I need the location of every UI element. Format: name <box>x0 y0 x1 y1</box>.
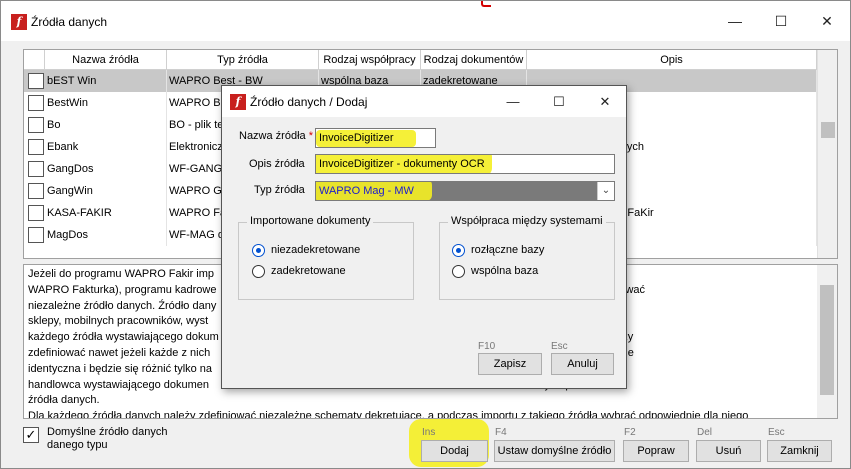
table-cell-name: BestWin <box>45 92 167 114</box>
hotkey-label: F2 <box>624 427 636 438</box>
type-select[interactable]: WAPRO Mag - MW ⌄ <box>315 181 615 201</box>
default-source-label: Domyślne źródło danych danego typu <box>47 426 168 451</box>
maximize-icon[interactable]: ☐ <box>536 86 582 117</box>
hotkey-label: F4 <box>495 427 507 438</box>
header-check-column <box>24 50 45 70</box>
radio-separate-databases[interactable] <box>452 244 465 257</box>
maximize-icon[interactable]: ☐ <box>758 1 804 41</box>
table-cell-name: GangDos <box>45 158 167 180</box>
delete-button[interactable]: Usuń <box>696 440 761 462</box>
window-title: Źródła danych <box>31 15 108 29</box>
name-field-value: InvoiceDigitizer <box>319 132 394 144</box>
row-checkbox[interactable] <box>28 183 44 199</box>
table-cell-name: GangWin <box>45 180 167 202</box>
radio-label: rozłączne bazy <box>471 244 545 256</box>
radio-label: niezadekretowane <box>271 244 361 256</box>
row-checkbox[interactable] <box>28 73 44 89</box>
hotkey-label: Esc <box>768 427 785 438</box>
cancel-button[interactable]: Anuluj <box>551 353 614 375</box>
app-logo-icon: f <box>230 94 246 110</box>
app-logo-icon: f <box>11 14 27 30</box>
dialog-title: Źródło danych / Dodaj <box>250 95 368 109</box>
scrollbar-thumb[interactable] <box>820 285 834 395</box>
row-checkbox[interactable] <box>28 95 44 111</box>
desc-label: Opis źródła <box>249 158 305 170</box>
header-documents[interactable]: Rodzaj dokumentów <box>421 50 527 70</box>
radio-label: wspólna baza <box>471 265 539 277</box>
chevron-down-icon[interactable]: ⌄ <box>597 182 614 200</box>
hotkey-label: Del <box>697 427 713 438</box>
cooperation-group: Współpraca między systemami rozłączne ba… <box>439 215 615 300</box>
table-cell-name: KASA-FAKIR <box>45 202 167 224</box>
name-field[interactable]: InvoiceDigitizer <box>315 128 436 148</box>
desc-field[interactable]: InvoiceDigitizer - dokumenty OCR <box>315 154 615 174</box>
minimize-icon[interactable]: — <box>490 86 536 117</box>
hotkey-label: F10 <box>478 341 496 352</box>
radio-label: zadekretowane <box>271 265 346 277</box>
close-button[interactable]: Zamknij <box>767 440 832 462</box>
add-source-dialog: f Źródło danych / Dodaj — ☐ ✕ Nazwa źród… <box>221 85 627 389</box>
header-name[interactable]: Nazwa źródła <box>45 50 167 70</box>
header-description[interactable]: Opis <box>527 50 817 70</box>
type-label: Typ źródła <box>254 184 305 196</box>
table-scrollbar[interactable] <box>817 50 837 258</box>
description-line: Dla każdego źródła danych należy zdefini… <box>28 410 749 419</box>
close-icon[interactable]: ✕ <box>582 86 628 117</box>
window-titlebar[interactable]: f Źródła danych — ☐ ✕ <box>1 1 850 41</box>
table-cell-name: Bo <box>45 114 167 136</box>
hotkey-label: Esc <box>551 341 568 352</box>
default-source-checkbox[interactable]: ✓ <box>23 427 39 443</box>
row-checkbox[interactable] <box>28 139 44 155</box>
annotation-mark <box>481 1 491 7</box>
desc-field-value: InvoiceDigitizer - dokumenty OCR <box>319 158 485 170</box>
add-button[interactable]: Dodaj <box>421 440 488 462</box>
group-title: Współpraca między systemami <box>448 215 606 227</box>
group-title: Importowane dokumenty <box>247 215 374 227</box>
type-select-value: WAPRO Mag - MW <box>319 185 414 197</box>
header-type[interactable]: Typ źródła <box>167 50 319 70</box>
radio-shared-database[interactable] <box>452 265 465 278</box>
row-checkbox[interactable] <box>28 227 44 243</box>
description-scrollbar[interactable] <box>817 265 837 418</box>
close-icon[interactable]: ✕ <box>804 1 850 41</box>
radio-decreed[interactable] <box>252 265 265 278</box>
scrollbar-thumb[interactable] <box>821 122 835 138</box>
row-checkbox[interactable] <box>28 117 44 133</box>
table-cell-name: MagDos <box>45 224 167 246</box>
radio-not-decreed[interactable] <box>252 244 265 257</box>
name-label: Nazwa źródła * <box>239 130 313 142</box>
set-default-button[interactable]: Ustaw domyślne źródło <box>494 440 615 462</box>
imported-documents-group: Importowane dokumenty niezadekretowane z… <box>238 215 414 300</box>
edit-button[interactable]: Popraw <box>623 440 689 462</box>
minimize-icon[interactable]: — <box>712 1 758 41</box>
row-checkbox[interactable] <box>28 205 44 221</box>
table-cell-name: Ebank <box>45 136 167 158</box>
description-line: źródła danych. <box>28 394 100 407</box>
header-cooperation[interactable]: Rodzaj współpracy <box>319 50 421 70</box>
dialog-titlebar[interactable]: f Źródło danych / Dodaj — ☐ ✕ <box>222 86 626 117</box>
table-header: Nazwa źródła Typ źródła Rodzaj współprac… <box>24 50 837 70</box>
hotkey-label: Ins <box>422 427 436 438</box>
table-cell-name: bEST Win <box>45 70 167 92</box>
row-checkbox[interactable] <box>28 161 44 177</box>
save-button[interactable]: Zapisz <box>478 353 542 375</box>
